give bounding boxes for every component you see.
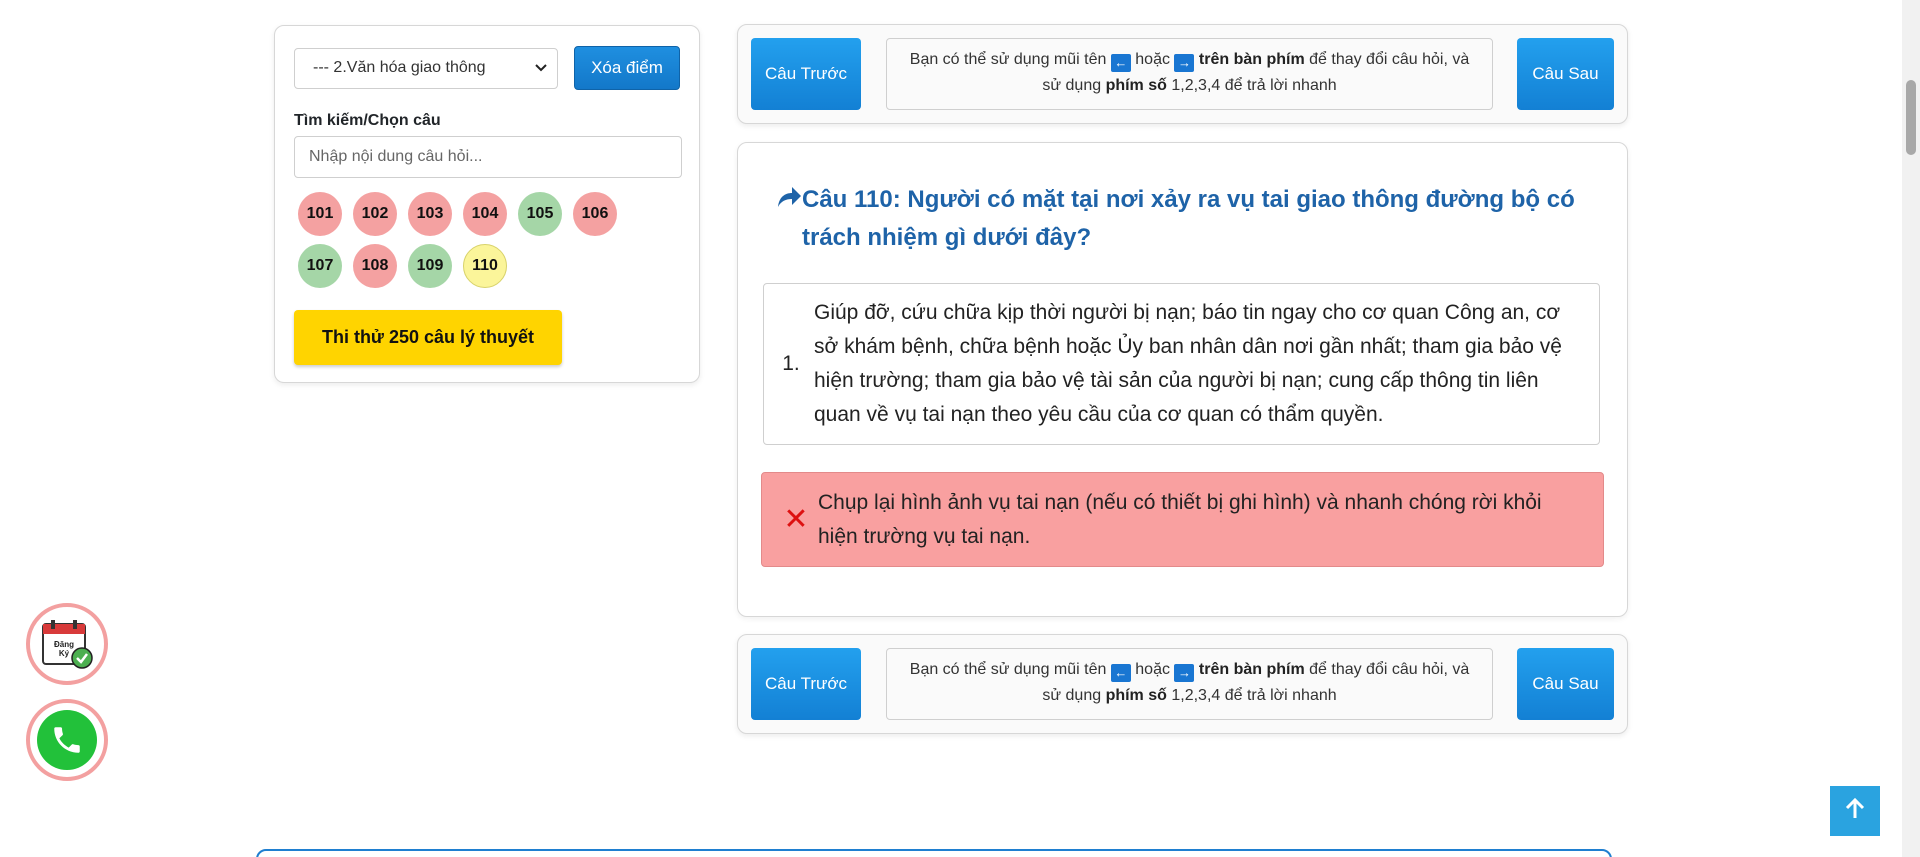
hint-text: Bạn có thể sử dụng mũi tên (909, 661, 1107, 678)
wrong-x-icon: ✕ (783, 503, 809, 536)
question-number-button[interactable]: 103 (408, 192, 452, 236)
question-title: Câu 110: Người có mặt tại nơi xảy ra vụ … (776, 181, 1576, 257)
footer-section-border (256, 849, 1612, 857)
hint-text: để thay đổi câu hỏi, và (1309, 51, 1470, 68)
question-card: Câu 110: Người có mặt tại nơi xảy ra vụ … (737, 142, 1628, 617)
hint-text: hoặc (1135, 51, 1170, 68)
hint-text: để thay đổi câu hỏi, và (1309, 661, 1470, 678)
question-number-button[interactable]: 109 (408, 244, 452, 288)
back-to-top-button[interactable] (1830, 786, 1880, 836)
scrollbar-thumb[interactable] (1906, 80, 1916, 155)
question-selector-panel: --- 2.Văn hóa giao thông Xóa điểm Tìm ki… (274, 25, 700, 383)
panel-top-row: --- 2.Văn hóa giao thông Xóa điểm (294, 46, 680, 90)
hint-text: 1,2,3,4 để trả lời nhanh (1171, 687, 1337, 704)
hint-text: Bạn có thể sử dụng mũi tên (909, 51, 1107, 68)
hint-text: 1,2,3,4 để trả lời nhanh (1171, 77, 1337, 94)
prev-question-button[interactable]: Câu Trước (751, 648, 861, 720)
arrow-right-icon: → (1174, 664, 1195, 682)
hint-text: sử dụng (1042, 687, 1102, 704)
answer-text: Chụp lại hình ảnh vụ tai nạn (nếu có thi… (818, 490, 1542, 548)
arrow-right-icon: → (1174, 54, 1195, 72)
answer-option-wrong[interactable]: ✕ Chụp lại hình ảnh vụ tai nạn (nếu có t… (761, 472, 1604, 567)
calendar-check-icon: Đăng Ký (40, 618, 94, 670)
question-number-button[interactable]: 107 (298, 244, 342, 288)
keyboard-hint: Bạn có thể sử dụng mũi tên ← hoặc → trên… (886, 648, 1493, 720)
search-label: Tìm kiếm/Chọn câu (294, 112, 441, 129)
hint-bold: phím số (1105, 687, 1167, 704)
category-select-value: --- 2.Văn hóa giao thông (313, 59, 486, 76)
question-number-button[interactable]: 104 (463, 192, 507, 236)
next-question-button[interactable]: Câu Sau (1517, 648, 1614, 720)
question-number-button[interactable]: 106 (573, 192, 617, 236)
hint-bold: trên bàn phím (1198, 51, 1305, 68)
page-scrollbar[interactable] (1902, 0, 1920, 857)
call-button[interactable] (26, 699, 108, 781)
answer-option[interactable]: 1. Giúp đỡ, cứu chữa kịp thời người bị n… (763, 283, 1600, 445)
register-button[interactable]: Đăng Ký (26, 603, 108, 685)
arrow-left-icon: ← (1110, 664, 1131, 682)
register-text: Đăng (54, 640, 74, 649)
answer-index: 1. (782, 352, 800, 375)
hint-text: sử dụng (1042, 77, 1102, 94)
register-text: Ký (59, 649, 70, 658)
hint-text: hoặc (1135, 661, 1170, 678)
category-select[interactable]: --- 2.Văn hóa giao thông (294, 47, 558, 89)
arrow-left-icon: ← (1110, 54, 1131, 72)
page: --- 2.Văn hóa giao thông Xóa điểm Tìm ki… (0, 0, 1920, 857)
answer-text: Giúp đỡ, cứu chữa kịp thời người bị nạn;… (814, 301, 1562, 426)
clear-score-button[interactable]: Xóa điểm (574, 46, 680, 90)
question-nav-bottom: Câu Trước Bạn có thể sử dụng mũi tên ← h… (737, 634, 1628, 734)
prev-question-button[interactable]: Câu Trước (751, 38, 861, 110)
keyboard-hint: Bạn có thể sử dụng mũi tên ← hoặc → trên… (886, 38, 1493, 110)
question-number-button[interactable]: 108 (353, 244, 397, 288)
question-nav-top: Câu Trước Bạn có thể sử dụng mũi tên ← h… (737, 24, 1628, 124)
search-input[interactable]: Nhập nội dung câu hỏi... (294, 136, 682, 178)
question-number-button[interactable]: 110 (463, 244, 507, 288)
phone-icon (37, 710, 97, 770)
hint-bold: phím số (1105, 77, 1167, 94)
question-number-list: 101 102 103 104 105 106 107 108 109 110 (294, 192, 674, 296)
question-number-button[interactable]: 102 (353, 192, 397, 236)
share-arrow-icon (776, 181, 802, 257)
question-text: Câu 110: Người có mặt tại nơi xảy ra vụ … (802, 186, 1575, 251)
question-number-button[interactable]: 105 (518, 192, 562, 236)
chevron-down-icon (535, 61, 547, 75)
question-number-button[interactable]: 101 (298, 192, 342, 236)
next-question-button[interactable]: Câu Sau (1517, 38, 1614, 110)
arrow-up-icon (1845, 797, 1865, 825)
practice-test-button[interactable]: Thi thử 250 câu lý thuyết (294, 310, 562, 365)
hint-bold: trên bàn phím (1198, 661, 1305, 678)
search-placeholder: Nhập nội dung câu hỏi... (309, 148, 483, 165)
